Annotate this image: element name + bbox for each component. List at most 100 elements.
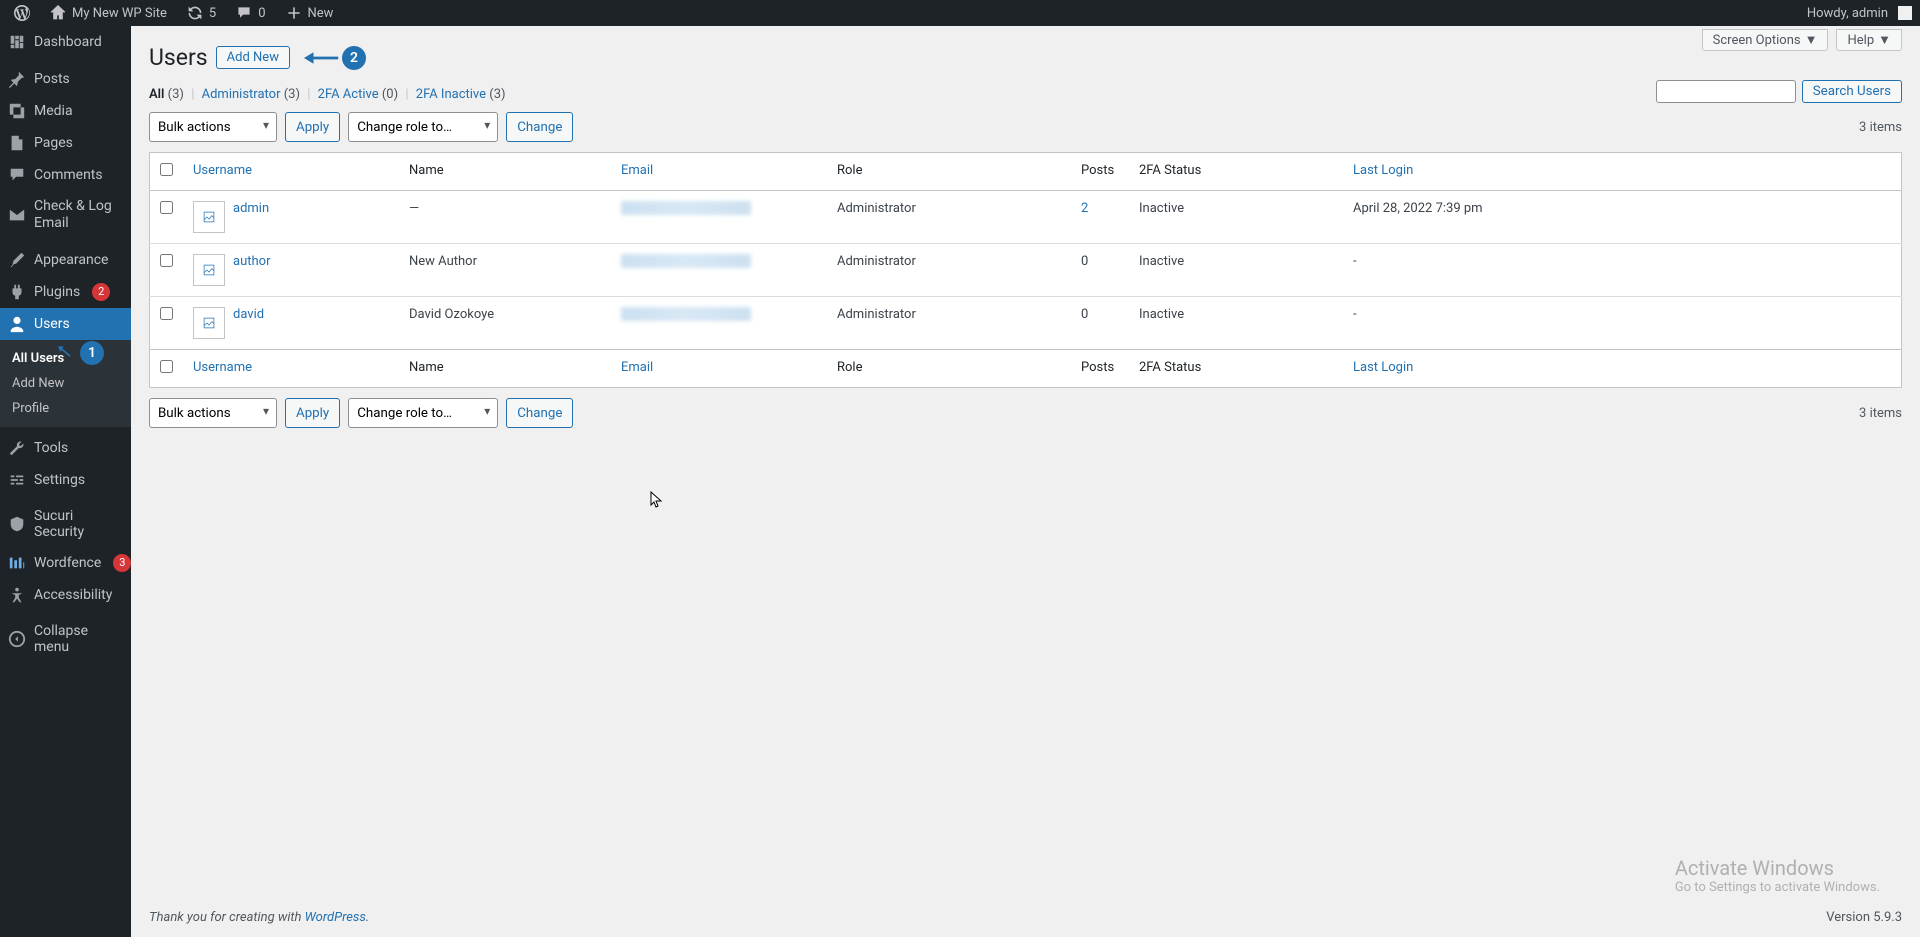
tablenav-top: Bulk actions Apply Change role to… Chang… <box>149 112 1902 142</box>
posts-value: 0 <box>1081 254 1088 269</box>
menu-label: Appearance <box>34 252 108 268</box>
new-label: New <box>308 6 334 21</box>
refresh-item[interactable]: 5 <box>181 5 222 21</box>
main-content: Screen Options ▼ Help ▼ Users Add New 2 … <box>131 26 1920 937</box>
tfa-cell: Inactive <box>1129 191 1343 244</box>
menu-check-log-email[interactable]: Check & Log Email <box>0 191 131 239</box>
username-link[interactable]: author <box>233 254 270 269</box>
annotation-2: 2 <box>304 46 366 70</box>
table-row: author New Author Administrator 0 Inacti… <box>150 244 1902 297</box>
submenu-profile[interactable]: Profile <box>0 396 131 421</box>
col-role[interactable]: Role <box>827 153 1071 191</box>
filter-administrator[interactable]: Administrator <box>202 87 281 102</box>
role-cell: Administrator <box>827 297 1071 350</box>
username-link[interactable]: admin <box>233 201 269 216</box>
howdy-item[interactable]: Howdy, admin <box>1807 6 1912 21</box>
broken-image-icon <box>202 210 216 224</box>
howdy-text: Howdy, admin <box>1807 6 1888 21</box>
menu-settings[interactable]: Settings <box>0 464 131 496</box>
search-users-input[interactable] <box>1656 80 1796 103</box>
avatar-icon <box>1898 6 1912 20</box>
table-row: admin — Administrator 2 Inactive April 2… <box>150 191 1902 244</box>
filter-links: All (3) | Administrator (3) | 2FA Active… <box>149 87 1902 102</box>
refresh-count: 5 <box>209 6 216 21</box>
menu-label: Users <box>34 316 70 332</box>
col-2fa[interactable]: 2FA Status <box>1129 153 1343 191</box>
menu-plugins[interactable]: Plugins2 <box>0 276 131 308</box>
select-all-checkbox-bottom[interactable] <box>160 360 173 373</box>
menu-sucuri[interactable]: Sucuri Security <box>0 501 131 547</box>
activate-sub: Go to Settings to activate Windows. <box>1675 880 1880 895</box>
change-button-bottom[interactable]: Change <box>506 398 573 428</box>
menu-media[interactable]: Media <box>0 95 131 127</box>
menu-label: Tools <box>34 440 68 456</box>
row-checkbox[interactable] <box>160 201 173 214</box>
col-email[interactable]: Email <box>621 360 653 375</box>
email-blurred <box>621 254 751 268</box>
arrow-icon <box>58 342 80 364</box>
col-posts[interactable]: Posts <box>1071 153 1129 191</box>
filter-2fa-active[interactable]: 2FA Active <box>318 87 379 102</box>
arrow-icon <box>304 48 342 68</box>
posts-link[interactable]: 2 <box>1081 201 1088 216</box>
search-users-button[interactable]: Search Users <box>1802 80 1902 103</box>
bulk-actions-select[interactable]: Bulk actions <box>149 112 277 142</box>
username-link[interactable]: david <box>233 307 264 322</box>
col-name[interactable]: Name <box>399 350 611 388</box>
role-cell: Administrator <box>827 191 1071 244</box>
login-cell: - <box>1343 244 1902 297</box>
home-icon <box>50 5 66 21</box>
col-login[interactable]: Last Login <box>1353 360 1413 375</box>
menu-appearance[interactable]: Appearance <box>0 244 131 276</box>
change-role-select[interactable]: Change role to… <box>348 112 498 142</box>
col-role[interactable]: Role <box>827 350 1071 388</box>
menu-wordfence[interactable]: Wordfence3 <box>0 547 131 579</box>
name-cell: New Author <box>399 244 611 297</box>
menu-dashboard[interactable]: Dashboard <box>0 26 131 58</box>
help-label: Help <box>1847 33 1874 48</box>
submenu-add-new[interactable]: Add New <box>0 371 131 396</box>
change-button[interactable]: Change <box>506 112 573 142</box>
menu-collapse[interactable]: Collapse menu <box>0 616 131 662</box>
screen-options-button[interactable]: Screen Options ▼ <box>1702 29 1829 51</box>
col-posts[interactable]: Posts <box>1071 350 1129 388</box>
new-item[interactable]: New <box>280 5 340 21</box>
footer-wp-link[interactable]: WordPress <box>305 910 366 925</box>
row-checkbox[interactable] <box>160 307 173 320</box>
pages-icon <box>8 134 26 152</box>
col-username[interactable]: Username <box>193 360 252 375</box>
row-checkbox[interactable] <box>160 254 173 267</box>
select-all-checkbox[interactable] <box>160 163 173 176</box>
apply-button-bottom[interactable]: Apply <box>285 398 340 428</box>
col-2fa[interactable]: 2FA Status <box>1129 350 1343 388</box>
add-new-button[interactable]: Add New <box>216 46 290 69</box>
menu-pages[interactable]: Pages <box>0 127 131 159</box>
menu-tools[interactable]: Tools <box>0 432 131 464</box>
col-email[interactable]: Email <box>621 163 653 178</box>
menu-accessibility[interactable]: Accessibility <box>0 579 131 611</box>
admin-sidebar: Dashboard Posts Media Pages Comments Che… <box>0 26 131 937</box>
col-username[interactable]: Username <box>193 163 252 178</box>
mouse-cursor <box>650 491 664 513</box>
col-name[interactable]: Name <box>399 153 611 191</box>
apply-button[interactable]: Apply <box>285 112 340 142</box>
change-role-select-bottom[interactable]: Change role to… <box>348 398 498 428</box>
email-blurred <box>621 307 751 321</box>
filter-all[interactable]: All <box>149 87 164 102</box>
menu-users[interactable]: Users <box>0 308 131 340</box>
bulk-actions-select-bottom[interactable]: Bulk actions <box>149 398 277 428</box>
menu-posts[interactable]: Posts <box>0 63 131 95</box>
help-button[interactable]: Help ▼ <box>1836 29 1902 51</box>
col-login[interactable]: Last Login <box>1353 163 1413 178</box>
refresh-icon <box>187 5 203 21</box>
plus-icon <box>286 5 302 21</box>
plug-icon <box>8 283 26 301</box>
user-icon <box>8 315 26 333</box>
menu-label: Check & Log Email <box>34 198 123 232</box>
menu-comments[interactable]: Comments <box>0 159 131 191</box>
comments-item[interactable]: 0 <box>230 5 271 21</box>
filter-2fa-inactive[interactable]: 2FA Inactive <box>416 87 486 102</box>
annotation-1-num: 1 <box>80 341 104 365</box>
wp-logo[interactable] <box>8 5 36 21</box>
site-name-item[interactable]: My New WP Site <box>44 5 173 21</box>
